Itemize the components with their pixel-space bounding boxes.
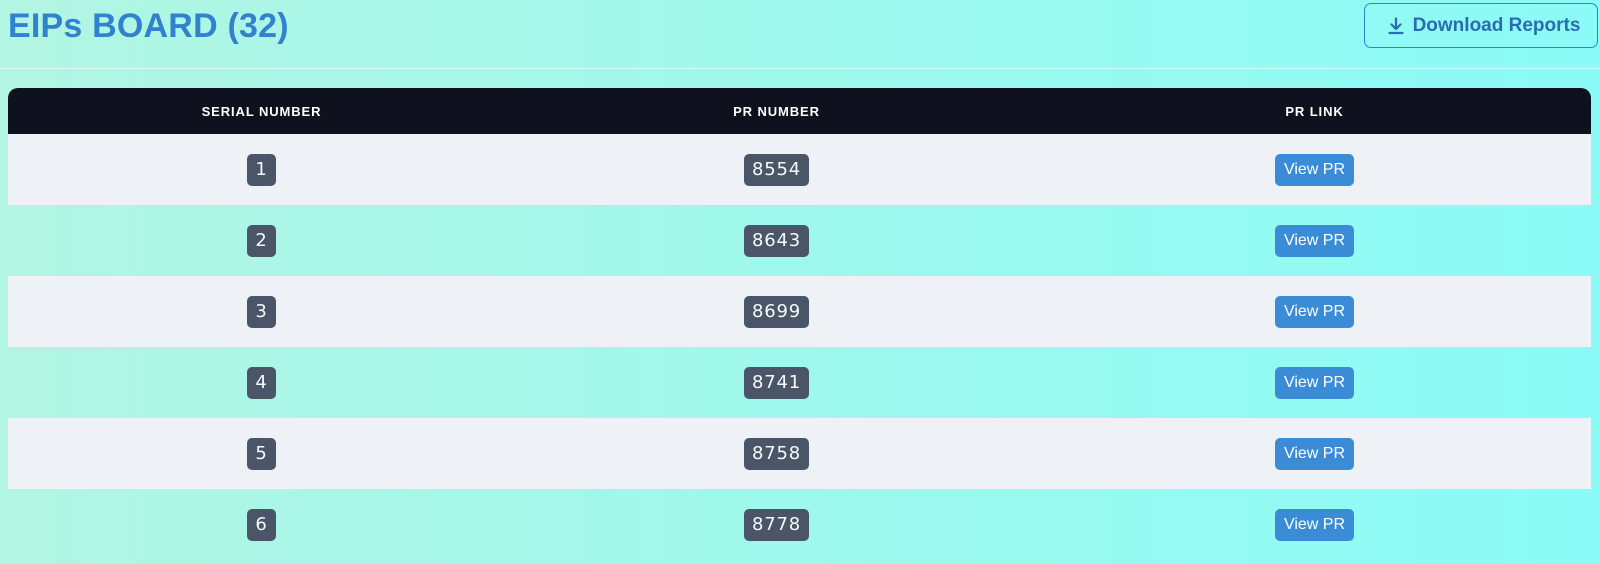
download-reports-button[interactable]: Download Reports	[1364, 3, 1598, 48]
table-row: 6 8778 View PR	[8, 489, 1591, 560]
serial-cell: 2	[8, 205, 515, 276]
pr-link-cell: View PR	[1038, 134, 1591, 205]
table-row: 2 8643 View PR	[8, 205, 1591, 276]
pr-number-badge: 8699	[743, 295, 809, 328]
view-pr-button[interactable]: View PR	[1274, 508, 1355, 541]
serial-cell: 5	[8, 418, 515, 489]
pr-number-badge: 8778	[743, 508, 809, 541]
pr-link-cell: View PR	[1038, 205, 1591, 276]
table-row: 5 8758 View PR	[8, 418, 1591, 489]
column-header-pr-number: PR NUMBER	[733, 103, 820, 119]
serial-badge: 2	[247, 224, 276, 257]
view-pr-button[interactable]: View PR	[1274, 224, 1355, 257]
pr-number-badge: 8758	[743, 437, 809, 470]
pr-number-badge: 8554	[743, 153, 809, 186]
serial-cell: 3	[8, 276, 515, 347]
table-row: 3 8699 View PR	[8, 276, 1591, 347]
serial-badge: 6	[247, 508, 276, 541]
serial-badge: 5	[247, 437, 276, 470]
download-icon	[1387, 16, 1404, 35]
eips-table: SERIAL NUMBER PR NUMBER PR LINK 1 8554 V…	[8, 88, 1591, 564]
table-row: 4 8741 View PR	[8, 347, 1591, 418]
pr-number-cell: 8554	[515, 134, 1038, 205]
serial-cell: 1	[8, 134, 515, 205]
download-reports-label: Download Reports	[1412, 14, 1581, 36]
pr-link-cell: View PR	[1038, 418, 1591, 489]
view-pr-button[interactable]: View PR	[1274, 366, 1355, 399]
pr-number-cell: 8699	[515, 276, 1038, 347]
pr-link-cell: View PR	[1038, 489, 1591, 560]
pr-link-cell: View PR	[1038, 276, 1591, 347]
page-title: EIPs BOARD (32)	[8, 7, 289, 45]
view-pr-button[interactable]: View PR	[1274, 295, 1355, 328]
pr-number-cell: 8778	[515, 489, 1038, 560]
pr-number-cell: 8741	[515, 347, 1038, 418]
pr-number-badge: 8643	[743, 224, 809, 257]
pr-link-cell: View PR	[1038, 347, 1591, 418]
table-row: 1 8554 View PR	[8, 134, 1591, 205]
column-header-serial-number: SERIAL NUMBER	[201, 103, 322, 119]
column-header-pr-link: PR LINK	[1285, 103, 1344, 119]
view-pr-button[interactable]: View PR	[1274, 153, 1355, 186]
serial-cell: 4	[8, 347, 515, 418]
pr-number-cell: 8758	[515, 418, 1038, 489]
serial-badge: 1	[247, 153, 276, 186]
serial-badge: 3	[247, 295, 276, 328]
serial-cell: 6	[8, 489, 515, 560]
pr-number-badge: 8741	[743, 366, 809, 399]
table-header: SERIAL NUMBER PR NUMBER PR LINK	[8, 88, 1591, 134]
pr-number-cell: 8643	[515, 205, 1038, 276]
serial-badge: 4	[247, 366, 276, 399]
page-header: EIPs BOARD (32) Download Reports	[0, 0, 1600, 69]
view-pr-button[interactable]: View PR	[1274, 437, 1355, 470]
